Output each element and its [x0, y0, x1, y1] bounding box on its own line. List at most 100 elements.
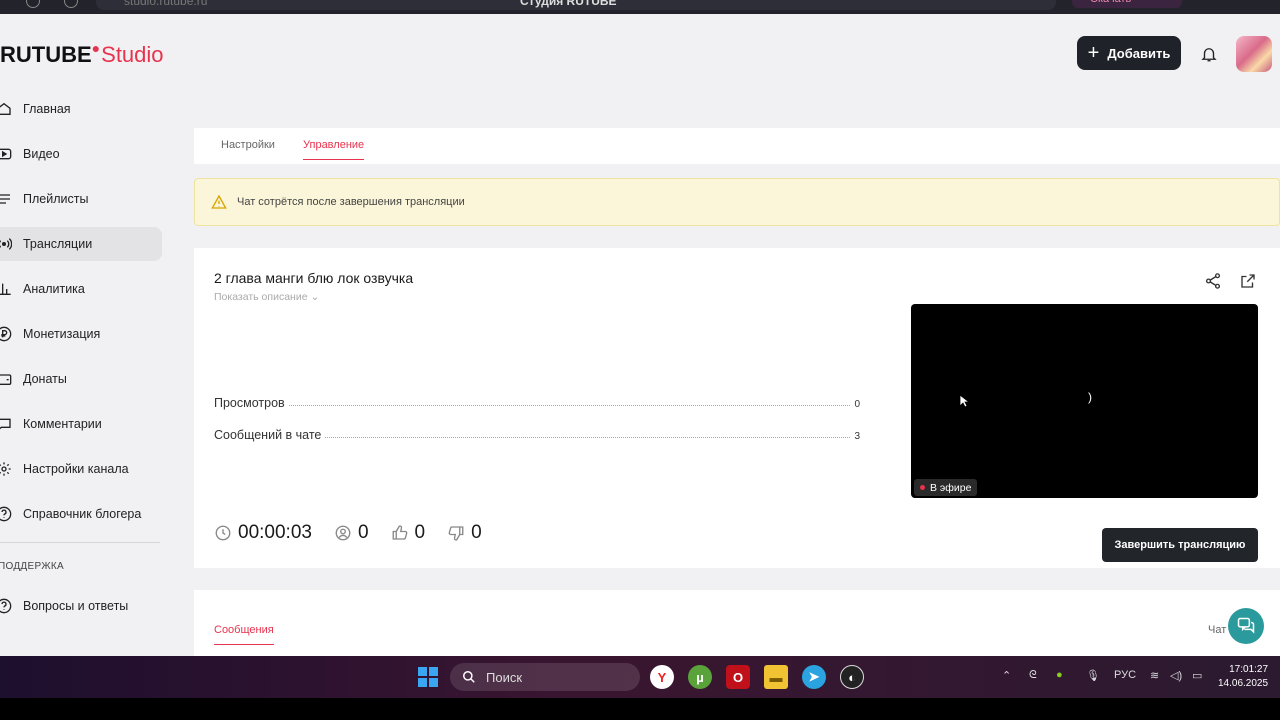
microphone-icon[interactable]: 🎙 [1086, 669, 1100, 682]
sidebar-item-label: Плейлисты [23, 192, 89, 206]
rutube-studio-logo[interactable]: RUTUBE●Studio [0, 40, 164, 68]
stat-dots [325, 437, 851, 438]
stream-counters: 00:00:03 0 0 0 [214, 522, 504, 544]
volume-icon[interactable]: ◁) [1170, 669, 1182, 682]
logo-dot-icon: ● [91, 40, 101, 56]
language-indicator[interactable]: РУС [1114, 669, 1136, 681]
reload-icon[interactable] [64, 0, 78, 8]
messages-card: Сообщения Чат [194, 590, 1280, 656]
chevron-up-icon[interactable]: ⌃ [1002, 669, 1011, 682]
sidebar-item-label: Вопросы и ответы [23, 599, 129, 613]
analytics-icon [0, 278, 18, 300]
broadcast-tabs: Настройки Управление [194, 128, 1280, 164]
sidebar-item-monetization[interactable]: Монетизация [0, 317, 162, 351]
warning-text: Чат сотрётся после завершения трансляции [237, 196, 465, 208]
windows-start-icon[interactable] [418, 667, 438, 687]
sidebar-item-label: Донаты [23, 372, 67, 386]
sidebar-item-home[interactable]: Главная [0, 92, 162, 126]
sidebar: Главная Видео Плейлисты Трансляции Анали… [0, 92, 162, 634]
viewers-counter: 0 [334, 522, 369, 544]
yandex-browser-icon[interactable]: Y [650, 665, 674, 689]
show-description-link[interactable]: Показать описание ⌄ [214, 291, 319, 303]
sidebar-item-label: Трансляции [23, 237, 93, 251]
user-icon [335, 525, 351, 541]
telegram-icon[interactable]: ➤ [802, 665, 826, 689]
avatar[interactable] [1236, 36, 1272, 72]
sidebar-item-video[interactable]: Видео [0, 137, 162, 171]
browser-download-pill[interactable]: Скачать [1072, 0, 1182, 8]
likes-value: 0 [414, 522, 426, 543]
stat-label: Просмотров [214, 396, 285, 410]
live-label: В эфире [930, 481, 972, 494]
likes-counter: 0 [391, 522, 426, 544]
sidebar-item-analytics[interactable]: Аналитика [0, 272, 162, 306]
sidebar-item-faq[interactable]: Вопросы и ответы [0, 589, 162, 623]
share-icon[interactable] [1204, 272, 1222, 295]
file-explorer-icon[interactable]: ▬ [764, 665, 788, 689]
obs-icon[interactable]: ◐ [840, 665, 864, 689]
logo-studio: Studio [101, 42, 164, 67]
dislikes-value: 0 [471, 522, 482, 543]
taskbar-search[interactable]: Поиск [450, 663, 640, 691]
sidebar-item-blogger-guide[interactable]: Справочник блогера [0, 497, 162, 531]
sidebar-item-playlists[interactable]: Плейлисты [0, 182, 162, 216]
duration-value: 00:00:03 [238, 522, 312, 543]
playlist-icon [0, 188, 18, 210]
show-description-label: Показать описание [214, 291, 308, 303]
opera-icon[interactable]: O [726, 665, 750, 689]
tab-settings[interactable]: Настройки [221, 139, 275, 159]
tray-app-icon[interactable]: ᘓ [1029, 669, 1037, 682]
stream-card: 2 глава манги блю лок озвучка Показать о… [194, 248, 1280, 568]
wallet-icon [0, 368, 18, 390]
windows-taskbar: Поиск Y µ O ▬ ➤ ◐ ⌃ ᘓ ● 🎙 РУС ≋ ◁) ▭ 17:… [0, 656, 1280, 698]
sidebar-item-comments[interactable]: Комментарии [0, 407, 162, 441]
thumbs-up-icon [392, 525, 407, 540]
comment-icon [0, 413, 18, 435]
question-icon [0, 595, 18, 617]
battery-icon[interactable]: ▭ [1192, 669, 1202, 682]
wifi-icon[interactable]: ≋ [1150, 669, 1159, 682]
sidebar-item-label: Монетизация [23, 327, 101, 341]
sidebar-item-label: Справочник блогера [23, 507, 142, 521]
tray-green-icon[interactable]: ● [1056, 669, 1063, 681]
clock-date: 14.06.2025 [1218, 678, 1269, 689]
sidebar-item-donations[interactable]: Донаты [0, 362, 162, 396]
tab-chat[interactable]: Чат [1208, 624, 1226, 636]
add-button-label: Добавить [1107, 45, 1171, 61]
duration-counter: 00:00:03 [214, 522, 312, 544]
mouse-cursor-icon [959, 394, 971, 413]
home-icon [0, 98, 18, 120]
search-icon [463, 671, 475, 683]
stream-title: 2 глава манги блю лок озвучка [214, 270, 414, 286]
support-chat-button[interactable] [1228, 608, 1264, 644]
chevron-down-icon: ⌄ [310, 291, 320, 303]
sidebar-item-broadcasts[interactable]: Трансляции [0, 227, 162, 261]
tab-management[interactable]: Управление [303, 139, 365, 160]
loading-spinner-icon: ) [1088, 390, 1092, 404]
logo-main: RUTUBE [0, 42, 92, 67]
warning-icon [211, 194, 227, 209]
live-dot-icon [920, 485, 925, 490]
stat-views: Просмотров 0 [214, 396, 860, 410]
dislikes-counter: 0 [447, 522, 482, 544]
external-link-icon[interactable] [1239, 272, 1257, 295]
gear-icon [0, 458, 18, 480]
end-broadcast-button[interactable]: Завершить трансляцию [1102, 528, 1258, 562]
stream-preview-player[interactable]: ) В эфире [911, 304, 1258, 498]
utorrent-icon[interactable]: µ [688, 665, 712, 689]
taskbar-clock[interactable]: 17:01:27 14.06.2025 [1218, 663, 1268, 691]
live-badge: В эфире [914, 479, 978, 496]
video-icon [0, 143, 18, 165]
tab-messages[interactable]: Сообщения [214, 624, 274, 645]
ruble-icon [0, 323, 18, 345]
thumbs-down-icon [448, 526, 464, 541]
support-heading: ПОДДЕРЖКА [0, 561, 64, 572]
bell-icon[interactable] [1196, 41, 1222, 67]
sidebar-item-label: Комментарии [23, 417, 102, 431]
back-icon[interactable] [26, 0, 40, 8]
add-button[interactable]: + Добавить [1077, 36, 1181, 70]
clock-icon [215, 525, 231, 541]
sidebar-item-channel-settings[interactable]: Настройки канала [0, 452, 162, 486]
clock-time: 17:01:27 [1229, 664, 1269, 675]
viewers-value: 0 [357, 522, 369, 543]
